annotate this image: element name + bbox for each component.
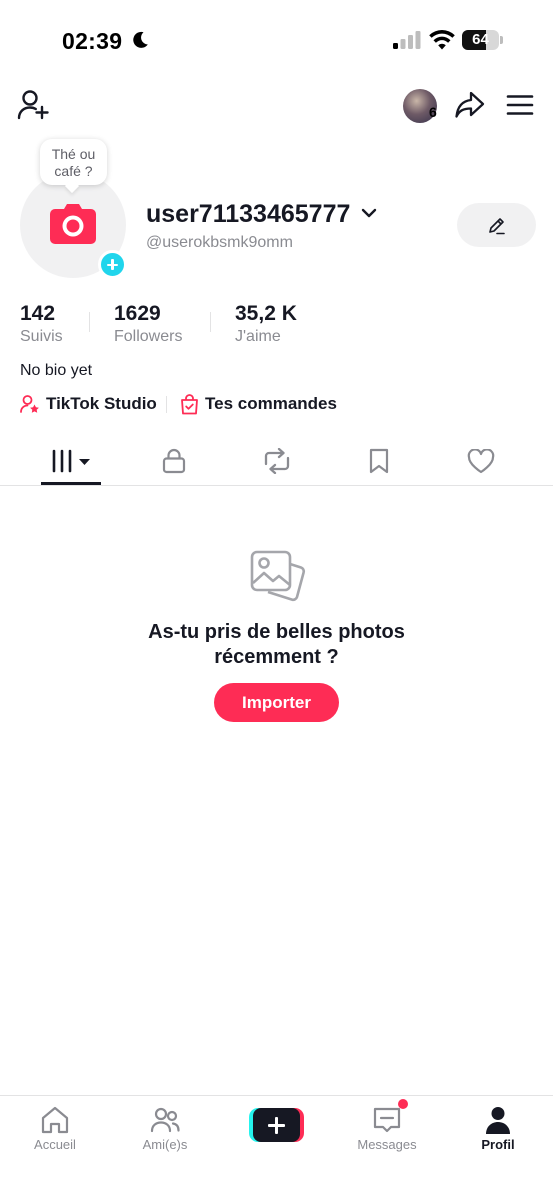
add-friend-icon[interactable] (16, 89, 50, 121)
profile-icon (486, 1107, 510, 1134)
private-tab[interactable] (134, 436, 214, 485)
link-divider (166, 396, 167, 413)
username[interactable]: user71133465777 (146, 200, 350, 229)
bottom-nav: Accueil Ami(e)s Messages Profil (0, 1095, 553, 1200)
battery-level: 64 (472, 31, 489, 48)
note-bubble[interactable]: Thé ou café ? (40, 139, 107, 185)
import-button[interactable]: Importer (214, 683, 339, 722)
nav-profile-label: Profil (481, 1137, 515, 1152)
nav-friends-label: Ami(e)s (142, 1137, 188, 1152)
signal-icon (393, 31, 421, 49)
heart-icon (467, 449, 495, 474)
repost-icon (264, 448, 290, 474)
avatar-add-button[interactable] (98, 250, 127, 279)
status-bar: 02:39 64 (0, 0, 553, 80)
empty-title-line-2: récemment ? (214, 646, 339, 668)
following-label: Suivis (20, 328, 63, 345)
videos-tab[interactable] (31, 436, 111, 485)
user-handle: @userokbsmk9omm (146, 234, 293, 251)
bio: No bio yet (20, 362, 93, 379)
status-time: 02:39 (62, 28, 123, 54)
nav-messages[interactable]: Messages (332, 1096, 442, 1156)
note-line-2: café ? (54, 163, 93, 179)
reposts-tab[interactable] (237, 436, 317, 485)
likes-count: 35,2 K (235, 302, 297, 325)
create-button[interactable] (249, 1108, 304, 1142)
plus-icon-stem (275, 1116, 278, 1134)
notification-dot (398, 1099, 408, 1109)
followers-label: Followers (114, 328, 183, 345)
stat-divider (89, 312, 90, 332)
photos-icon (250, 550, 306, 602)
lock-icon (162, 448, 186, 474)
edit-profile-button[interactable] (457, 203, 536, 247)
nav-messages-label: Messages (357, 1137, 417, 1152)
stat-likes[interactable]: 35,2 K J'aime (235, 302, 297, 346)
empty-state-title: As-tu pris de belles photos récemment ? (0, 620, 553, 670)
orders-link[interactable]: Tes commandes (180, 393, 337, 415)
pencil-icon (489, 218, 505, 235)
followers-count: 1629 (114, 302, 161, 325)
empty-title-line-1: As-tu pris de belles photos (148, 621, 405, 643)
studio-label: TikTok Studio (46, 394, 157, 413)
chevron-down-icon[interactable] (361, 207, 377, 219)
wifi-icon (429, 30, 455, 50)
grid-icon (52, 449, 90, 473)
friends-icon (150, 1107, 180, 1133)
battery-body: 64 (462, 30, 499, 50)
stat-divider (210, 312, 211, 332)
liked-tab[interactable] (441, 436, 521, 485)
menu-icon[interactable] (506, 94, 534, 116)
camera-icon (50, 204, 96, 244)
moon-icon (133, 31, 148, 48)
shopping-bag-icon (181, 393, 198, 414)
profile-tabs (0, 436, 553, 486)
share-icon[interactable] (454, 90, 486, 120)
studio-icon (20, 395, 39, 413)
nav-friends[interactable]: Ami(e)s (110, 1096, 220, 1156)
orders-label: Tes commandes (205, 394, 337, 413)
battery-tip (500, 36, 503, 44)
battery-icon: 64 (462, 30, 504, 50)
nav-home[interactable]: Accueil (0, 1096, 110, 1156)
home-icon (41, 1106, 69, 1134)
following-count: 142 (20, 302, 56, 325)
note-line-1: Thé ou (51, 146, 96, 162)
favorites-tab[interactable] (339, 436, 419, 485)
likes-label: J'aime (235, 328, 281, 345)
inbox-icon (373, 1107, 401, 1133)
tiktok-studio-link[interactable]: TikTok Studio (20, 393, 157, 415)
story-count-badge: 6 (429, 104, 437, 120)
bookmark-icon (369, 448, 389, 474)
stat-followers[interactable]: 1629 Followers (114, 302, 182, 346)
stat-following[interactable]: 142 Suivis (20, 302, 63, 346)
nav-profile[interactable]: Profil (443, 1096, 553, 1156)
nav-home-label: Accueil (34, 1137, 76, 1152)
active-tab-indicator (41, 482, 101, 485)
